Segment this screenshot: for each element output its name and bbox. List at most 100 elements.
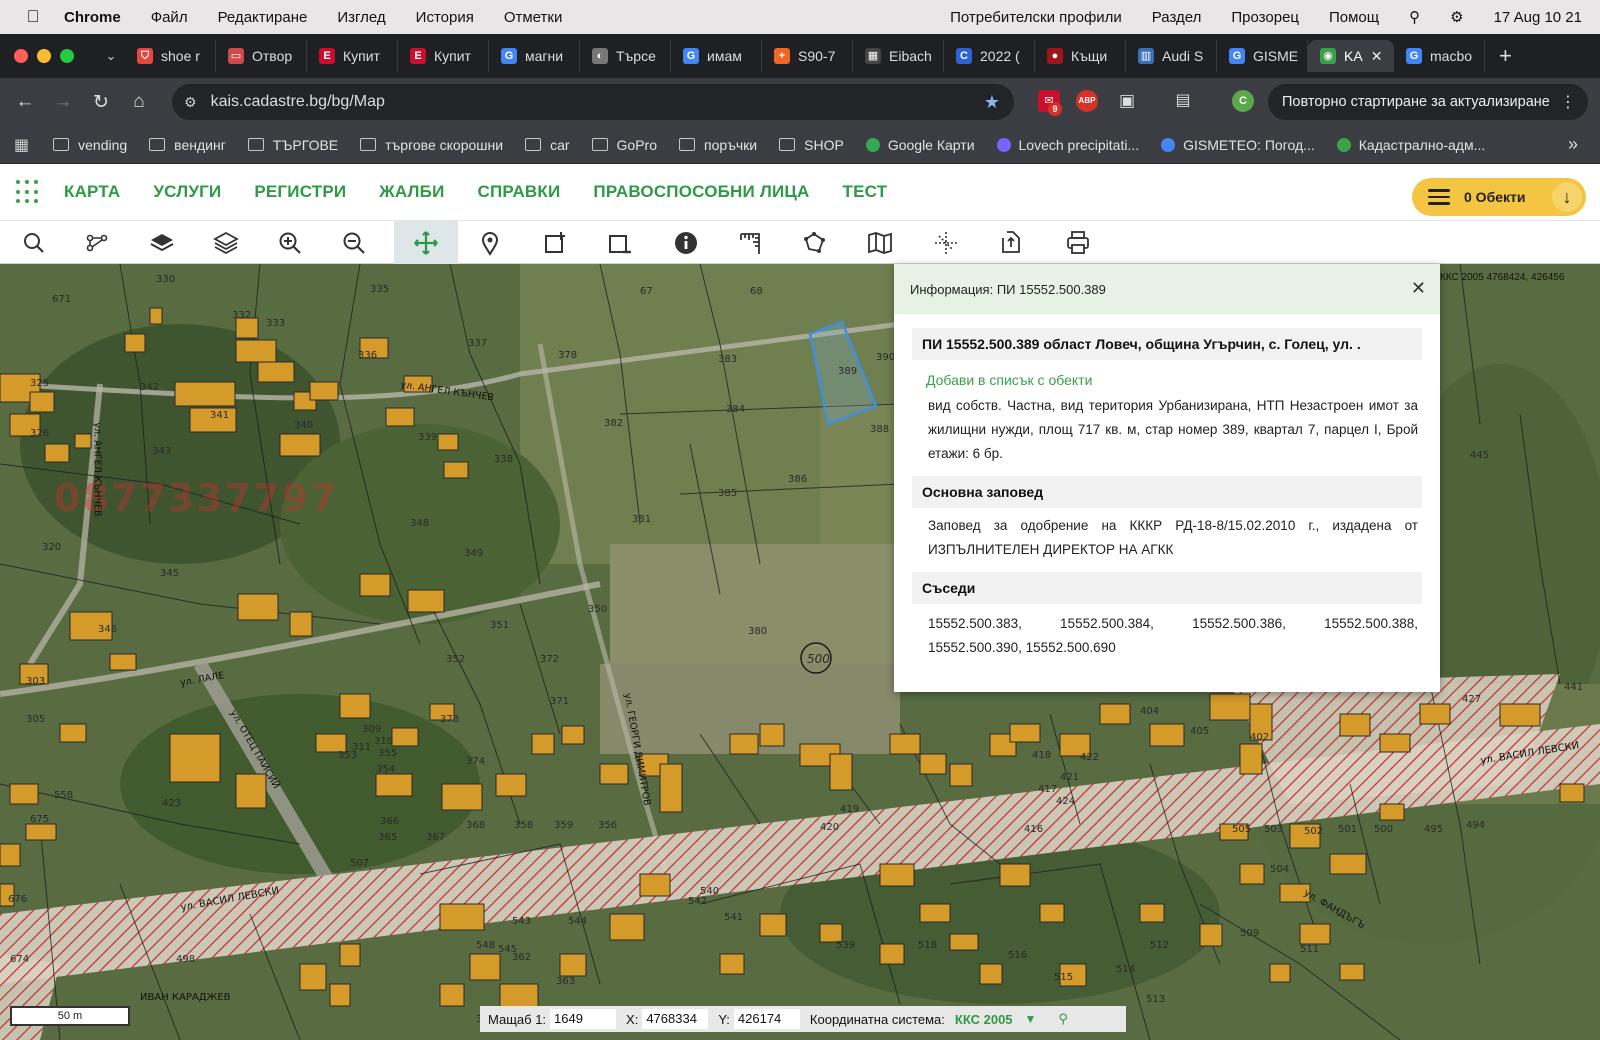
building[interactable] (639, 873, 671, 897)
building[interactable] (949, 763, 973, 787)
building[interactable] (659, 763, 683, 813)
bookmark-star-icon[interactable]: ★ (984, 92, 1000, 113)
close-icon[interactable]: ✕ (1411, 278, 1426, 299)
building[interactable] (1299, 923, 1331, 945)
y-coordinate-input[interactable]: 426174 (733, 1009, 800, 1029)
building[interactable] (124, 333, 146, 353)
building[interactable] (1339, 713, 1371, 737)
back-arrow-icon[interactable]: ← (6, 91, 44, 113)
building[interactable] (237, 593, 279, 621)
building[interactable] (559, 953, 587, 977)
building[interactable] (919, 753, 947, 775)
menu-file[interactable]: Файл (151, 9, 188, 26)
adblock-icon[interactable]: ABP (1076, 90, 1098, 112)
address-bar[interactable]: ⚙ kais.cadastre.bg/bg/Map ★ (172, 84, 1014, 120)
building[interactable] (289, 611, 313, 637)
building[interactable] (109, 653, 137, 671)
bookmark-folder[interactable]: GoPro (591, 137, 657, 153)
building[interactable] (561, 725, 585, 745)
building[interactable] (531, 733, 555, 755)
maximize-window-button[interactable] (60, 49, 74, 63)
bookmark-link[interactable]: Кадастрално-адм... (1336, 137, 1485, 153)
menu-history[interactable]: История (416, 9, 474, 26)
print-tool-icon[interactable] (1046, 221, 1110, 265)
reload-icon[interactable]: ↻ (82, 91, 120, 114)
tab[interactable]: Gмагни (489, 40, 580, 72)
control-center-icon[interactable]: ⚙ (1450, 8, 1463, 26)
export-tool-icon[interactable] (980, 221, 1044, 265)
nav-test[interactable]: ТЕСТ (843, 182, 888, 202)
search-icon[interactable]: ⚲ (1058, 1011, 1068, 1027)
home-icon[interactable]: ⌂ (120, 91, 158, 113)
building[interactable] (599, 763, 629, 785)
neighbor-link[interactable]: 15552.500.384, (1060, 612, 1154, 636)
forward-arrow-icon[interactable]: → (44, 91, 82, 113)
tab[interactable]: E Купит (307, 40, 398, 72)
map-tool-icon[interactable] (848, 221, 912, 265)
apple-icon[interactable]:  (16, 7, 50, 27)
building[interactable] (391, 727, 419, 747)
profile-avatar[interactable]: C (1232, 90, 1254, 112)
building[interactable] (979, 963, 1003, 985)
zoom-in-tool-icon[interactable] (258, 221, 322, 265)
pan-tool-icon[interactable] (394, 221, 458, 265)
tab[interactable]: G GISME (1217, 40, 1308, 72)
tree-tool-icon[interactable] (66, 221, 130, 265)
building[interactable] (25, 823, 57, 841)
add-to-list-link[interactable]: Добави в списък с обекти (926, 372, 1440, 388)
building[interactable] (1149, 723, 1185, 747)
x-coordinate-input[interactable]: 4768334 (642, 1009, 709, 1029)
building[interactable] (1239, 743, 1263, 775)
bookmark-link[interactable]: Google Карти (865, 137, 975, 153)
minimize-window-button[interactable] (37, 49, 51, 63)
building[interactable] (1559, 783, 1585, 803)
building[interactable] (1379, 733, 1411, 753)
menu-profiles[interactable]: Потребителски профили (950, 9, 1122, 26)
tab-close-icon[interactable]: ✕ (1371, 48, 1383, 65)
menu-app-chrome[interactable]: Chrome (64, 9, 121, 26)
building[interactable] (169, 733, 221, 783)
building[interactable] (0, 843, 21, 867)
tab-search-chevron-icon[interactable]: ⌄ (97, 48, 125, 64)
nav-services[interactable]: УСЛУГИ (153, 182, 221, 202)
building[interactable] (235, 773, 267, 809)
apps-grid-icon[interactable]: ▦ (14, 135, 29, 155)
menubar-clock[interactable]: 17 Aug 10 21 (1494, 9, 1582, 26)
crs-select[interactable]: ККС 2005 (955, 1012, 1013, 1027)
scale-input[interactable]: 1649 (550, 1009, 617, 1029)
coords-tool-icon[interactable] (914, 221, 978, 265)
tab[interactable]: ⛉ shoe r (125, 40, 216, 72)
bookmark-link[interactable]: GISMETEO: Погод... (1161, 137, 1315, 153)
building[interactable] (339, 943, 361, 967)
building[interactable] (59, 723, 87, 743)
building[interactable] (235, 317, 259, 339)
building[interactable] (999, 863, 1031, 887)
update-relaunch-button[interactable]: Повторно стартиране за актуализиране ⋮ (1268, 84, 1588, 120)
building[interactable] (439, 903, 485, 931)
download-arrow-icon[interactable]: ↓ (1552, 182, 1582, 212)
building[interactable] (441, 783, 483, 811)
crs-dropdown-icon[interactable]: ▼ (1025, 1012, 1037, 1026)
bookmark-folder[interactable]: поръчки (678, 137, 757, 153)
polygon-tool-icon[interactable] (782, 221, 846, 265)
app-grid-icon[interactable] (16, 180, 40, 204)
more-bookmarks-icon[interactable]: » (1568, 134, 1578, 155)
translate-icon[interactable]: ▤ (1172, 90, 1194, 112)
neighbor-link[interactable]: 15552.500.690 (1026, 640, 1116, 655)
building[interactable] (44, 443, 70, 463)
building[interactable] (719, 953, 745, 975)
building[interactable] (74, 433, 92, 449)
building[interactable] (1199, 923, 1223, 947)
building[interactable] (1269, 963, 1291, 983)
building[interactable] (1379, 803, 1405, 821)
menu-help[interactable]: Помощ (1329, 9, 1379, 26)
building[interactable] (149, 307, 163, 325)
building[interactable] (339, 693, 371, 719)
building[interactable] (469, 953, 501, 981)
building[interactable] (309, 381, 339, 401)
nav-complaints[interactable]: ЖАЛБИ (379, 182, 444, 202)
building[interactable] (235, 339, 277, 363)
building[interactable] (919, 903, 951, 923)
layer-tool-icon[interactable] (130, 221, 194, 265)
menu-view[interactable]: Изглед (337, 9, 385, 26)
